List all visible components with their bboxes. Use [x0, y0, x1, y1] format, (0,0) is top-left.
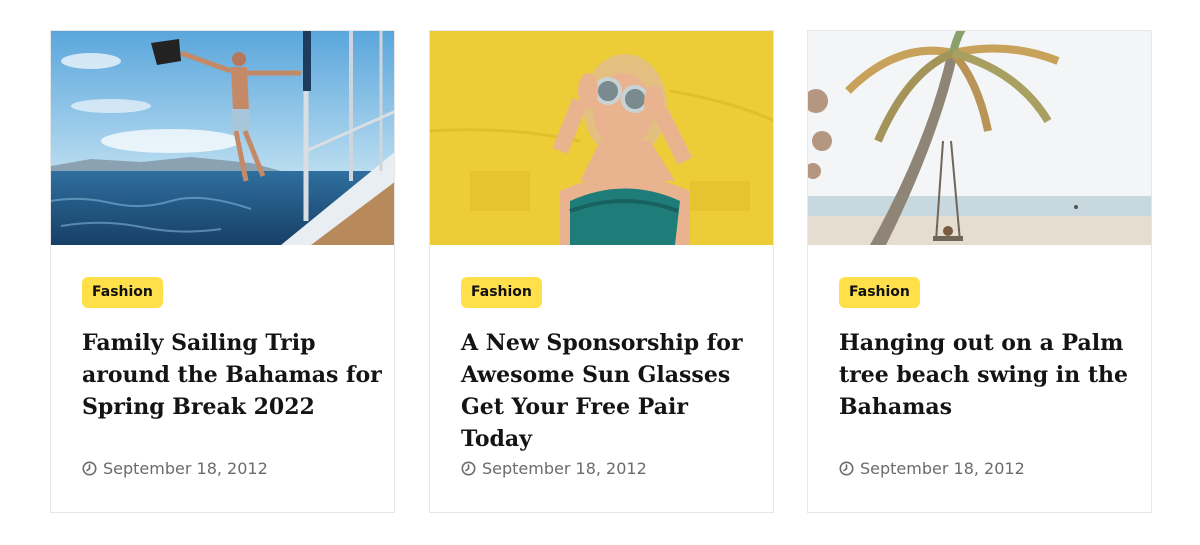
woman-with-sunglasses-yellow-wall-photo — [430, 31, 773, 245]
clock-icon — [461, 461, 476, 476]
post-thumbnail-palm-tree[interactable] — [808, 31, 1151, 245]
post-date: September 18, 2012 — [82, 459, 268, 478]
post-card: Fashion Hanging out on a Palm tree beach… — [807, 30, 1152, 513]
post-title-link[interactable]: Hanging out on a Palm tree beach swing i… — [839, 327, 1139, 423]
post-title-link[interactable]: Family Sailing Trip around the Bahamas f… — [82, 327, 382, 423]
post-date-text: September 18, 2012 — [482, 459, 647, 478]
post-thumbnail-sailing[interactable] — [51, 31, 394, 245]
post-grid: Fashion Family Sailing Trip around the B… — [0, 0, 1200, 545]
sailing-man-on-boat-photo — [51, 31, 394, 245]
category-badge[interactable]: Fashion — [461, 277, 542, 308]
post-thumbnail-sunglasses[interactable] — [430, 31, 773, 245]
post-date: September 18, 2012 — [461, 459, 647, 478]
post-card: Fashion Family Sailing Trip around the B… — [50, 30, 395, 513]
post-title-link[interactable]: A New Sponsorship for Awesome Sun Glasse… — [461, 327, 761, 455]
post-date: September 18, 2012 — [839, 459, 1025, 478]
palm-tree-beach-swing-photo — [808, 31, 1151, 245]
clock-icon — [82, 461, 97, 476]
category-badge[interactable]: Fashion — [82, 277, 163, 308]
post-card: Fashion A New Sponsorship for Awesome Su… — [429, 30, 774, 513]
post-date-text: September 18, 2012 — [860, 459, 1025, 478]
post-date-text: September 18, 2012 — [103, 459, 268, 478]
category-badge[interactable]: Fashion — [839, 277, 920, 308]
clock-icon — [839, 461, 854, 476]
